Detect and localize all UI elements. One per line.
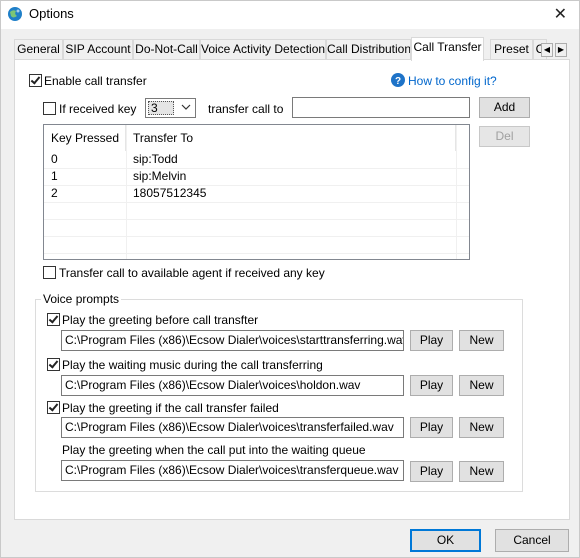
- row-divider: [44, 236, 469, 237]
- play-button[interactable]: Play: [410, 461, 453, 482]
- row-divider: [44, 168, 469, 169]
- key-transfer-table[interactable]: Key Pressed Transfer To 0 sip:Todd 1 sip…: [43, 124, 470, 260]
- transfer-failed-path[interactable]: C:\Program Files (x86)\Ecsow Dialer\voic…: [61, 417, 404, 438]
- transfer-failed-checkbox[interactable]: [47, 401, 60, 414]
- tab-call-distribution[interactable]: Call Distribution: [326, 39, 411, 60]
- how-to-config-link[interactable]: How to config it?: [408, 74, 497, 88]
- transfer-any-key-checkbox[interactable]: [43, 266, 56, 279]
- transfer-call-to-label: transfer call to: [208, 102, 284, 116]
- enable-call-transfer-checkbox[interactable]: [29, 74, 42, 87]
- tab-voice-activity-detection[interactable]: Voice Activity Detection: [200, 39, 326, 60]
- window-title: Options: [29, 6, 74, 21]
- table-row[interactable]: 2 18057512345: [44, 185, 469, 202]
- row-divider: [44, 185, 469, 186]
- transfer-failed-label: Play the greeting if the call transfer f…: [62, 401, 279, 415]
- new-button[interactable]: New: [459, 375, 504, 396]
- help-icon[interactable]: ?: [391, 73, 405, 87]
- row-divider: [44, 219, 469, 220]
- key-cell: 0: [51, 152, 58, 166]
- if-received-key-label: If received key: [59, 102, 137, 116]
- transfer-any-key-label: Transfer call to available agent if rece…: [59, 266, 325, 280]
- target-cell: sip:Todd: [133, 152, 178, 166]
- close-icon[interactable]: ✕: [554, 4, 567, 24]
- greeting-before-transfer-checkbox[interactable]: [47, 313, 60, 326]
- tab-scroll-left-icon[interactable]: ◀: [541, 43, 553, 57]
- options-window: Options ✕ General SIP Account Do-Not-Cal…: [0, 0, 580, 558]
- key-select-value: 3: [148, 101, 174, 115]
- tab-do-not-call[interactable]: Do-Not-Call: [133, 39, 200, 60]
- waiting-music-label: Play the waiting music during the call t…: [62, 358, 323, 372]
- table-row[interactable]: 0 sip:Todd: [44, 151, 469, 168]
- tab-general[interactable]: General: [14, 39, 63, 60]
- tab-preset[interactable]: Preset: [490, 39, 533, 60]
- tab-call-transfer[interactable]: Call Transfer: [411, 37, 484, 61]
- waiting-queue-label: Play the greeting when the call put into…: [62, 443, 366, 457]
- voice-prompts-title: Voice prompts: [41, 292, 122, 306]
- play-button[interactable]: Play: [410, 417, 453, 438]
- chevron-down-icon: [181, 104, 191, 110]
- title-bar: Options ✕: [1, 1, 579, 29]
- waiting-music-path[interactable]: C:\Program Files (x86)\Ecsow Dialer\voic…: [61, 375, 404, 396]
- waiting-music-checkbox[interactable]: [47, 358, 60, 371]
- del-button[interactable]: Del: [479, 126, 530, 147]
- waiting-queue-path[interactable]: C:\Program Files (x86)\Ecsow Dialer\voic…: [61, 460, 404, 481]
- new-button[interactable]: New: [459, 330, 504, 351]
- tab-scroll-right-icon[interactable]: ▶: [555, 43, 567, 57]
- table-row[interactable]: 1 sip:Melvin: [44, 168, 469, 185]
- target-cell: sip:Melvin: [133, 169, 187, 183]
- greeting-before-transfer-label: Play the greeting before call transfter: [62, 313, 259, 327]
- ok-button[interactable]: OK: [410, 529, 481, 552]
- key-cell: 1: [51, 169, 58, 183]
- add-button[interactable]: Add: [479, 97, 530, 118]
- column-header-key-pressed[interactable]: Key Pressed: [44, 125, 126, 151]
- cancel-button[interactable]: Cancel: [495, 529, 569, 552]
- transfer-target-input[interactable]: [292, 97, 470, 118]
- new-button[interactable]: New: [459, 417, 504, 438]
- key-select[interactable]: 3: [145, 98, 196, 118]
- if-received-key-checkbox[interactable]: [43, 102, 56, 115]
- play-button[interactable]: Play: [410, 330, 453, 351]
- enable-call-transfer-label: Enable call transfer: [44, 74, 147, 88]
- key-cell: 2: [51, 186, 58, 200]
- play-button[interactable]: Play: [410, 375, 453, 396]
- app-globe-icon: [8, 7, 22, 21]
- new-button[interactable]: New: [459, 461, 504, 482]
- greeting-before-transfer-path[interactable]: C:\Program Files (x86)\Ecsow Dialer\voic…: [61, 330, 404, 351]
- row-divider: [44, 253, 469, 254]
- tab-sip-account[interactable]: SIP Account: [63, 39, 133, 60]
- row-divider: [44, 202, 469, 203]
- column-header-transfer-to[interactable]: Transfer To: [126, 125, 456, 151]
- target-cell: 18057512345: [133, 186, 207, 200]
- svg-text:?: ?: [395, 76, 401, 87]
